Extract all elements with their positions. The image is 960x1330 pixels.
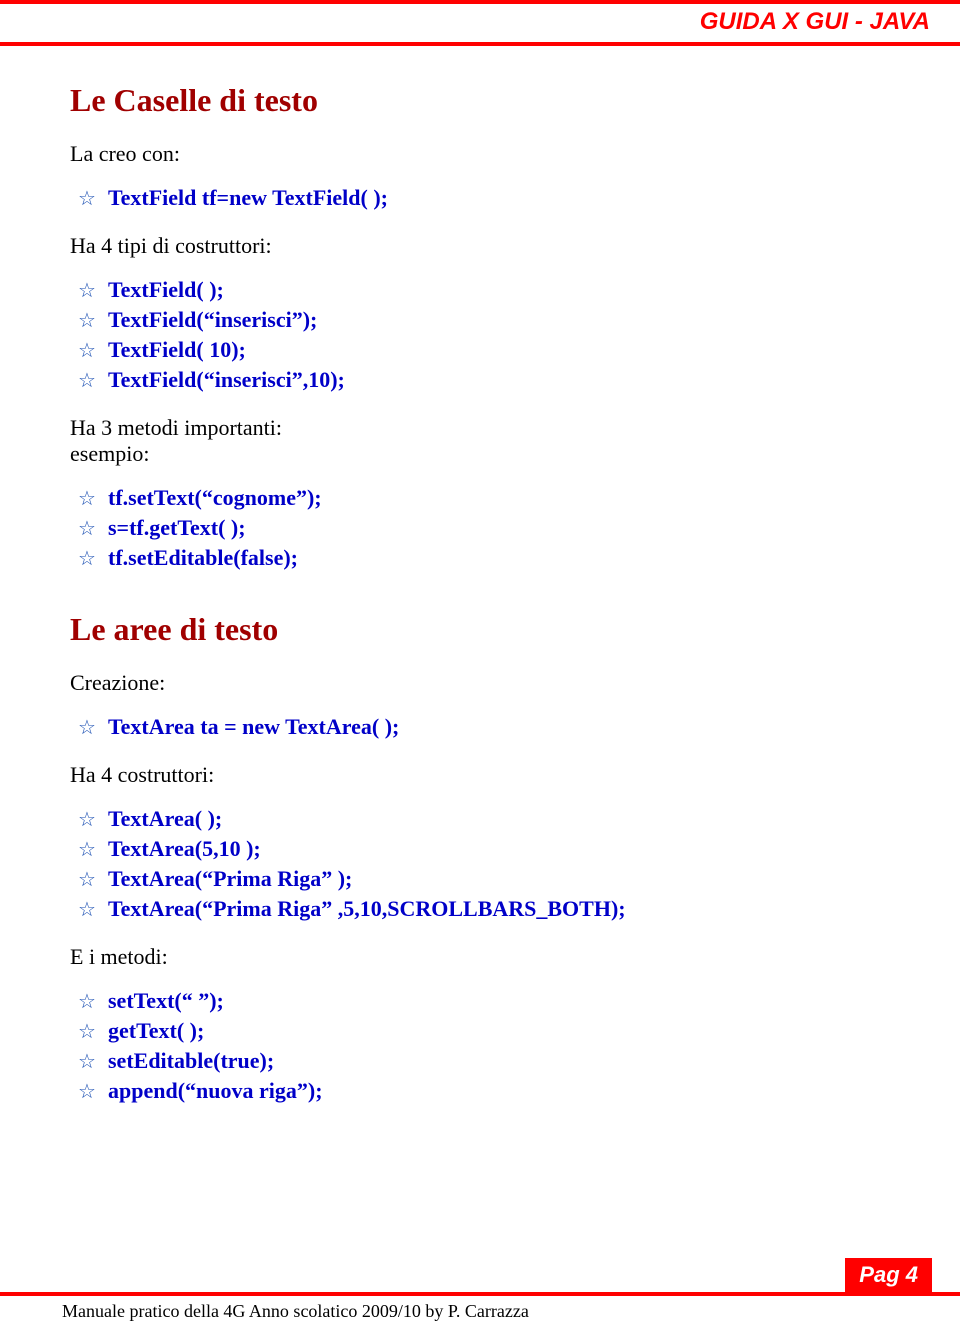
code-text: TextArea ta = new TextArea( ); [108, 714, 399, 739]
content-area: Le Caselle di testo La creo con: TextFie… [0, 82, 960, 1104]
code-text: tf.setEditable(false); [108, 545, 298, 570]
section1-methods-sublabel: esempio: [70, 441, 900, 467]
section1-intro: La creo con: [70, 141, 900, 167]
section2-methods-label: E i metodi: [70, 944, 900, 970]
code-text: TextField( 10); [108, 337, 246, 362]
section1-constructors-list: TextField( ); TextField(“inserisci”); Te… [70, 277, 900, 393]
section2-creation-list: TextArea ta = new TextArea( ); [70, 714, 900, 740]
page-number-badge: Pag 4 [845, 1258, 932, 1292]
code-text: TextField( ); [108, 277, 224, 302]
header-bottom-bar [0, 42, 960, 46]
section1-creation-list: TextField tf=new TextField( ); [70, 185, 900, 211]
code-text: TextArea( ); [108, 806, 222, 831]
code-text: setText(“ ”); [108, 988, 224, 1013]
code-text: TextField(“inserisci”,10); [108, 367, 345, 392]
header-title: GUIDA X GUI - JAVA [0, 4, 960, 42]
code-text: TextField tf=new TextField( ); [108, 185, 388, 210]
code-text: TextField(“inserisci”); [108, 307, 317, 332]
code-text: getText( ); [108, 1018, 204, 1043]
footer-bar [0, 1292, 960, 1296]
code-text: append(“nuova riga”); [108, 1078, 323, 1103]
section2-constructors-list: TextArea( ); TextArea(5,10 ); TextArea(“… [70, 806, 900, 922]
section2-constructors-label: Ha 4 costruttori: [70, 762, 900, 788]
section2-methods-list: setText(“ ”); getText( ); setEditable(tr… [70, 988, 900, 1104]
code-text: TextArea(“Prima Riga” ); [108, 866, 352, 891]
section1-methods-list: tf.setText(“cognome”); s=tf.getText( ); … [70, 485, 900, 571]
code-text: TextArea(“Prima Riga” ,5,10,SCROLLBARS_B… [108, 896, 626, 921]
code-text: s=tf.getText( ); [108, 515, 246, 540]
footer-text: Manuale pratico della 4G Anno scolatico … [62, 1301, 529, 1322]
section1-constructors-label: Ha 4 tipi di costruttori: [70, 233, 900, 259]
section1-heading: Le Caselle di testo [70, 82, 900, 119]
code-text: tf.setText(“cognome”); [108, 485, 322, 510]
section2-heading: Le aree di testo [70, 611, 900, 648]
section2-intro: Creazione: [70, 670, 900, 696]
code-text: setEditable(true); [108, 1048, 274, 1073]
section1-methods-label: Ha 3 metodi importanti: [70, 415, 900, 441]
code-text: TextArea(5,10 ); [108, 836, 261, 861]
